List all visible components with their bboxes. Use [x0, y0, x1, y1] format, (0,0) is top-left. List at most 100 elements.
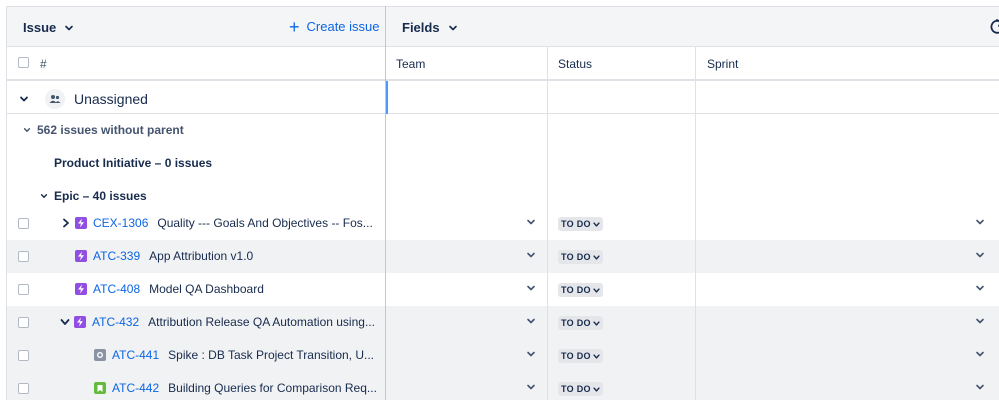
row-checkbox[interactable]: [18, 350, 29, 361]
subgroup-label: Product Initiative – 0 issues: [54, 156, 213, 170]
fields-dropdown-label: Fields: [402, 20, 440, 35]
issue-cell: ATC-408 Model QA Dashboard: [75, 282, 264, 296]
issue-cell: ATC-442 Building Queries for Comparison …: [94, 381, 377, 395]
status-label: TO DO: [561, 219, 591, 229]
subgroup-label: 562 issues without parent: [37, 123, 184, 137]
row-checkbox[interactable]: [18, 251, 29, 262]
chevron-down-icon[interactable]: [19, 94, 29, 104]
column-header-number: #: [40, 57, 47, 71]
status-badge[interactable]: TO DO: [558, 217, 603, 231]
issue-summary[interactable]: Spike : DB Task Project Transition, U...: [168, 348, 374, 362]
status-badge[interactable]: TO DO: [558, 250, 603, 264]
group-header[interactable]: Unassigned: [19, 89, 148, 109]
column-divider[interactable]: [385, 6, 386, 400]
chevron-down-icon: [593, 353, 600, 359]
status-label: TO DO: [561, 318, 591, 328]
story-bookmark-icon: [94, 382, 106, 394]
chevron-down-icon[interactable]: [60, 318, 70, 326]
row-checkbox[interactable]: [18, 284, 29, 295]
issue-cell: ATC-441 Spike : DB Task Project Transiti…: [94, 348, 374, 362]
chevron-down-icon: [593, 386, 600, 392]
column-header-team[interactable]: Team: [396, 57, 425, 71]
column-header: # Team Status Sprint: [6, 47, 999, 81]
issue-dropdown[interactable]: Issue: [23, 20, 74, 35]
issue-summary[interactable]: Quality --- Goals And Objectives -- Fos.…: [157, 216, 372, 230]
issue-cell: CEX-1306 Quality --- Goals And Objective…: [62, 216, 373, 230]
row-checkbox[interactable]: [18, 383, 29, 394]
sprint-dropdown-chevron-icon[interactable]: [975, 349, 985, 359]
sprint-dropdown-chevron-icon[interactable]: [975, 316, 985, 326]
epic-icon: [75, 283, 87, 295]
status-badge[interactable]: TO DO: [558, 382, 603, 396]
chevron-down-icon: [448, 25, 457, 30]
table-row[interactable]: ATC-339 App Attribution v1.0 TO DO: [6, 240, 999, 273]
issue-summary[interactable]: Building Queries for Comparison Req...: [168, 381, 377, 395]
chevron-down-icon: [23, 128, 31, 132]
chevron-down-icon: [65, 25, 74, 30]
column-header-sprint[interactable]: Sprint: [707, 57, 738, 71]
toolbar: Issue + Create issue Fields: [6, 6, 999, 47]
issue-summary[interactable]: Model QA Dashboard: [149, 282, 264, 296]
row-checkbox[interactable]: [18, 317, 29, 328]
table-row[interactable]: ATC-441 Spike : DB Task Project Transiti…: [6, 339, 999, 372]
issue-key-link[interactable]: ATC-339: [93, 249, 140, 263]
select-all-checkbox[interactable]: [18, 57, 29, 68]
sprint-dropdown-chevron-icon[interactable]: [975, 250, 985, 260]
status-label: TO DO: [561, 384, 591, 394]
subgroup-row-product-initiative[interactable]: Product Initiative – 0 issues: [6, 147, 999, 180]
epic-icon: [75, 250, 87, 262]
issue-key-link[interactable]: ATC-432: [92, 315, 139, 329]
plus-icon: +: [289, 16, 300, 37]
team-dropdown-chevron-icon[interactable]: [526, 283, 536, 293]
focused-cell-indicator: [386, 81, 388, 114]
status-badge[interactable]: TO DO: [558, 283, 603, 297]
sprint-dropdown-chevron-icon[interactable]: [975, 382, 985, 392]
group-row-unassigned[interactable]: Unassigned: [6, 81, 999, 114]
subgroup-toggle[interactable]: Epic – 40 issues: [40, 189, 147, 203]
issue-key-link[interactable]: ATC-408: [93, 282, 140, 296]
issue-key-link[interactable]: ATC-441: [112, 348, 159, 362]
issue-key-link[interactable]: CEX-1306: [93, 216, 148, 230]
status-badge[interactable]: TO DO: [558, 316, 603, 330]
table-row[interactable]: ATC-408 Model QA Dashboard TO DO: [6, 273, 999, 306]
chevron-right-icon[interactable]: [62, 218, 70, 228]
subgroup-toggle[interactable]: 562 issues without parent: [23, 123, 184, 137]
chevron-down-icon: [593, 254, 600, 260]
create-issue-label: Create issue: [306, 19, 380, 34]
sprint-dropdown-chevron-icon[interactable]: [975, 217, 985, 227]
status-label: TO DO: [561, 351, 591, 361]
team-dropdown-chevron-icon[interactable]: [526, 382, 536, 392]
team-dropdown-chevron-icon[interactable]: [526, 217, 536, 227]
chevron-down-icon: [593, 287, 600, 293]
chevron-down-icon: [593, 221, 600, 227]
team-dropdown-chevron-icon[interactable]: [526, 349, 536, 359]
epic-icon: [74, 316, 86, 328]
issue-summary[interactable]: App Attribution v1.0: [149, 249, 253, 263]
chevron-down-icon: [40, 194, 48, 198]
people-icon: [45, 89, 65, 109]
create-issue-button[interactable]: + Create issue: [289, 16, 380, 37]
fields-dropdown[interactable]: Fields: [402, 20, 458, 35]
issue-cell: ATC-339 App Attribution v1.0: [75, 249, 253, 263]
team-dropdown-chevron-icon[interactable]: [526, 316, 536, 326]
table-row[interactable]: ATC-442 Building Queries for Comparison …: [6, 372, 999, 400]
group-title: Unassigned: [74, 91, 148, 107]
issue-dropdown-label: Issue: [23, 20, 57, 35]
table-row[interactable]: ATC-432 Attribution Release QA Automatio…: [6, 306, 999, 339]
status-label: TO DO: [561, 285, 591, 295]
refresh-button[interactable]: [987, 18, 999, 41]
row-checkbox[interactable]: [18, 218, 29, 229]
epic-icon: [75, 217, 87, 229]
subgroup-row-no-parent[interactable]: 562 issues without parent: [6, 114, 999, 147]
sprint-dropdown-chevron-icon[interactable]: [975, 283, 985, 293]
issue-summary[interactable]: Attribution Release QA Automation using.…: [148, 315, 375, 329]
column-divider[interactable]: [695, 47, 696, 400]
table-row[interactable]: CEX-1306 Quality --- Goals And Objective…: [6, 207, 999, 240]
status-badge[interactable]: TO DO: [558, 349, 603, 363]
column-header-status[interactable]: Status: [558, 57, 592, 71]
refresh-icon: [990, 19, 999, 34]
team-dropdown-chevron-icon[interactable]: [526, 250, 536, 260]
issue-key-link[interactable]: ATC-442: [112, 381, 159, 395]
chevron-down-icon: [593, 320, 600, 326]
column-divider[interactable]: [547, 47, 548, 400]
